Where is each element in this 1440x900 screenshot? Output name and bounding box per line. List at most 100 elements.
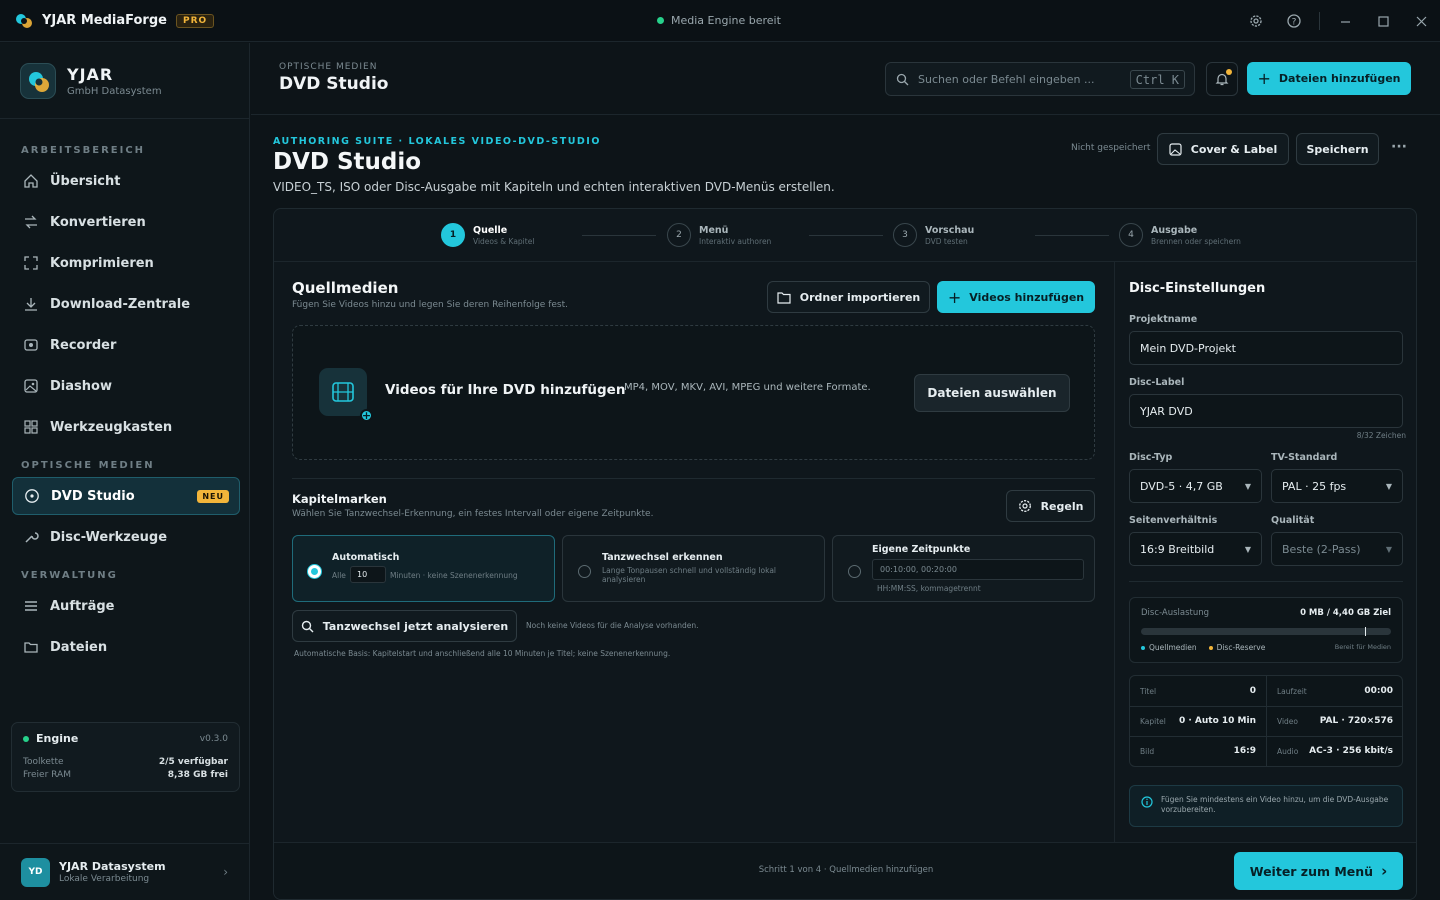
nav-item-files[interactable]: Dateien: [12, 628, 240, 666]
step-title: Quelle: [473, 224, 508, 236]
interval-input[interactable]: 10: [350, 566, 386, 583]
tv-standard-value: PAL · 25 fps: [1282, 479, 1347, 493]
step-title: Menü: [699, 224, 729, 236]
info-text: Fügen Sie mindestens ein Video hinzu, um…: [1161, 795, 1389, 814]
tv-standard-select[interactable]: PAL · 25 fps ▼: [1271, 469, 1403, 503]
image-icon: [22, 377, 40, 395]
disc-label-input[interactable]: YJAR DVD: [1129, 394, 1403, 428]
chapters-title: Kapitelmarken: [292, 492, 387, 506]
search-icon: [896, 73, 909, 85]
source-description: Fügen Sie Videos hinzu und legen Sie der…: [292, 300, 568, 310]
minimize-icon[interactable]: [1326, 0, 1364, 42]
nav-label: Download-Zentrale: [50, 296, 191, 312]
add-badge-icon: +: [360, 409, 373, 422]
analyze-button[interactable]: Tanzwechsel jetzt analysieren: [292, 610, 517, 642]
option-prefix: Alle: [332, 571, 346, 580]
nav-item-overview[interactable]: Übersicht: [12, 162, 240, 200]
step-number: 4: [1119, 223, 1143, 247]
save-button[interactable]: Speichern: [1296, 133, 1379, 165]
more-options-icon[interactable]: ···: [1391, 139, 1407, 155]
project-name-input[interactable]: Mein DVD-Projekt: [1129, 331, 1403, 365]
legend-reserve-dot: [1208, 645, 1213, 650]
app-window: YJAR MediaForge PRO Media Engine bereit …: [0, 0, 1440, 900]
wizard-footer: Schritt 1 von 4 · Quellmedien hinzufügen…: [274, 842, 1416, 899]
engine-status: Media Engine bereit: [657, 14, 781, 27]
nav-item-orders[interactable]: Aufträge: [12, 587, 240, 625]
chapter-option-dance[interactable]: Tanzwechsel erkennen Lange Tonpausen sch…: [562, 535, 825, 602]
plus-icon: +: [947, 287, 962, 307]
aspect-label: Seitenverhältnis: [1129, 515, 1218, 526]
disc-type-select[interactable]: DVD-5 · 4,7 GB ▼: [1129, 469, 1262, 503]
legend-reserve: Disc-Reserve: [1216, 643, 1266, 652]
quality-value: Beste (2-Pass): [1282, 542, 1361, 556]
nav-item-slideshow[interactable]: Diashow: [12, 367, 240, 405]
cover-label-button[interactable]: Cover & Label: [1157, 133, 1289, 165]
step-output[interactable]: 4 Ausgabe Brennen oder speichern: [1119, 223, 1241, 247]
nav-item-toolbox[interactable]: Werkzeugkasten: [12, 408, 240, 446]
brand-logo-icon: [20, 62, 56, 99]
toolchain-label: Toolkette: [23, 757, 64, 767]
nav-item-download[interactable]: Download-Zentrale: [12, 285, 240, 323]
option-description: Lange Tonpausen schnell und vollständig …: [602, 566, 777, 584]
nav-item-compress[interactable]: Komprimieren: [12, 244, 240, 282]
notification-dot: [1226, 69, 1232, 75]
close-icon[interactable]: [1402, 0, 1440, 42]
pro-badge: PRO: [175, 13, 215, 28]
header-title: DVD Studio: [279, 74, 389, 94]
custom-times-input[interactable]: 00:10:00, 00:20:00: [872, 559, 1084, 580]
nav-item-convert[interactable]: Konvertieren: [12, 203, 240, 241]
toolchain-value: 2/5 verfügbar: [158, 757, 228, 767]
home-icon: [22, 172, 40, 190]
rules-label: Regeln: [1040, 499, 1084, 513]
choose-files-button[interactable]: Dateien auswählen: [914, 374, 1070, 412]
chapter-option-custom[interactable]: Eigene Zeitpunkte 00:10:00, 00:20:00 HH:…: [832, 535, 1095, 602]
cover-label-text: Cover & Label: [1190, 142, 1278, 156]
nav-item-recorder[interactable]: Recorder: [12, 326, 240, 364]
quality-select[interactable]: Beste (2-Pass) ▼: [1271, 532, 1403, 566]
search-input[interactable]: Suchen oder Befehl eingeben ... Ctrl K: [885, 62, 1195, 96]
grid-icon: [22, 418, 40, 436]
add-files-label: Dateien hinzufügen: [1278, 72, 1401, 85]
radio-unselected[interactable]: [848, 565, 861, 578]
step-preview[interactable]: 3 Vorschau DVD testen: [893, 223, 974, 247]
aspect-select[interactable]: 16:9 Breitbild ▼: [1129, 532, 1262, 566]
notifications-button[interactable]: [1206, 62, 1238, 96]
chevron-down-icon: ▼: [1244, 544, 1251, 554]
settings-gear-icon[interactable]: [1237, 0, 1275, 42]
step-connector: [1035, 235, 1109, 236]
add-files-button[interactable]: + Dateien hinzufügen: [1247, 62, 1411, 95]
nav-section-workspace: ARBEITSBEREICH: [21, 145, 146, 156]
reserve-marker: [1365, 627, 1366, 636]
stat-aspect: Bild 16:9: [1140, 746, 1256, 756]
rules-button[interactable]: Regeln: [1006, 490, 1095, 522]
maximize-icon[interactable]: [1364, 0, 1402, 42]
import-folder-button[interactable]: Ordner importieren: [767, 281, 930, 313]
video-dropzone[interactable]: + Videos für Ihre DVD hinzufügen MP4, MO…: [292, 325, 1095, 460]
user-profile[interactable]: YD YJAR Datasystem Lokale Verarbeitung ›: [0, 843, 250, 900]
stat-audio: Audio AC-3 · 256 kbit/s: [1277, 746, 1393, 756]
step-number: 1: [441, 223, 465, 247]
import-folder-label: Ordner importieren: [799, 290, 921, 304]
add-videos-button[interactable]: + Videos hinzufügen: [937, 281, 1095, 313]
info-banner: Fügen Sie mindestens ein Video hinzu, um…: [1129, 785, 1403, 827]
disc-type-label: Disc-Typ: [1129, 452, 1173, 463]
main-area: OPTISCHE MEDIEN DVD Studio Suchen oder B…: [251, 43, 1440, 900]
radio-unselected[interactable]: [578, 565, 591, 578]
tv-standard-label: TV-Standard: [1271, 452, 1338, 463]
add-videos-label: Videos hinzufügen: [969, 290, 1085, 304]
step-menu[interactable]: 2 Menü Interaktiv authoren: [667, 223, 771, 247]
step-number: 2: [667, 223, 691, 247]
step-connector: [809, 235, 883, 236]
new-badge: NEU: [197, 489, 229, 503]
nav-item-disc-tools[interactable]: Disc-Werkzeuge: [12, 518, 240, 556]
chapter-option-auto[interactable]: Automatisch Alle 10 Minuten · keine Szen…: [292, 535, 555, 602]
next-menu-button[interactable]: Weiter zum Menü ›: [1234, 852, 1403, 890]
help-icon[interactable]: ?: [1275, 0, 1313, 42]
dropzone-formats: MP4, MOV, MKV, AVI, MPEG und weitere For…: [624, 382, 871, 393]
nav-label: Komprimieren: [50, 255, 154, 271]
step-source[interactable]: 1 Quelle Videos & Kapitel: [441, 223, 534, 247]
radio-selected[interactable]: [308, 565, 321, 578]
nav-item-dvd-studio[interactable]: DVD Studio NEU: [12, 477, 240, 515]
chapters-basis: Automatische Basis: Kapitelstart und ans…: [294, 649, 671, 658]
ram-label: Freier RAM: [23, 770, 71, 780]
